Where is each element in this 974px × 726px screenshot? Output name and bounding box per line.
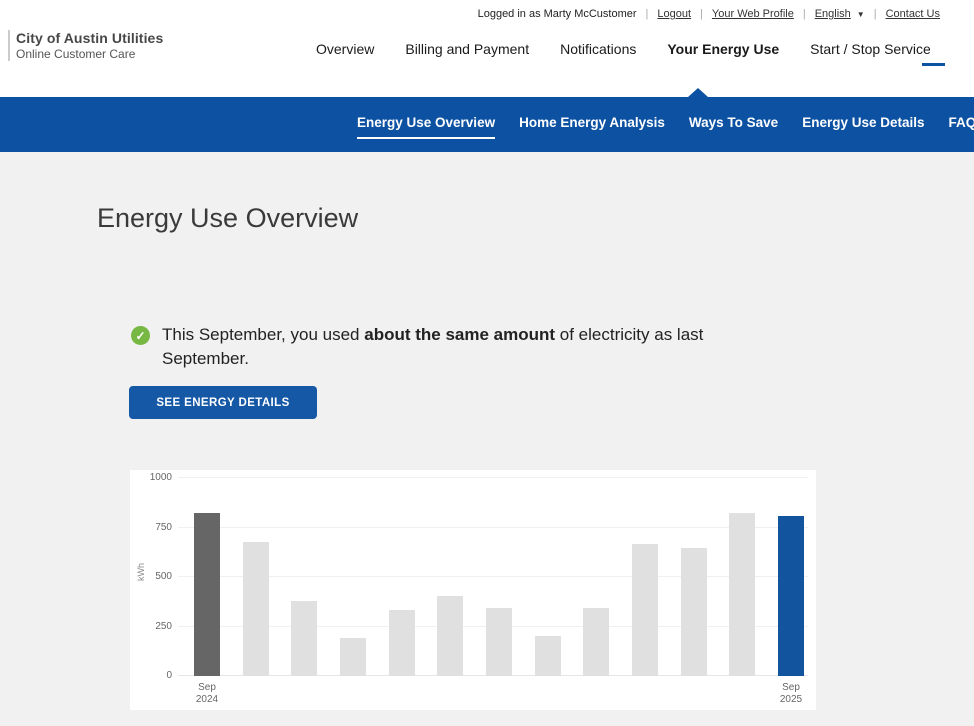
summary-bold: about the same amount bbox=[364, 325, 555, 344]
nav-item-notifications[interactable]: Notifications bbox=[560, 41, 636, 57]
bar-oct-2024 bbox=[243, 542, 269, 676]
chart-plot bbox=[178, 478, 808, 676]
y-tick-label: 1000 bbox=[134, 473, 172, 483]
bar-dec-2024 bbox=[340, 638, 366, 676]
gridline bbox=[178, 576, 808, 577]
bar-sep-2024 bbox=[194, 513, 220, 676]
brand-title: City of Austin Utilities bbox=[16, 30, 163, 46]
hamburger-menu-icon[interactable] bbox=[922, 49, 945, 66]
x-tick-year: 2024 bbox=[177, 694, 237, 706]
header: Logged in as Marty McCustomer | Logout |… bbox=[0, 0, 974, 97]
bar-feb-2025 bbox=[437, 596, 463, 676]
bar-jul-2025 bbox=[681, 548, 707, 676]
y-tick-label: 500 bbox=[134, 572, 172, 582]
menu-bar bbox=[922, 63, 945, 66]
brand-divider bbox=[8, 30, 10, 61]
sub-nav-items: Energy Use Overview Home Energy Analysis… bbox=[357, 97, 974, 152]
brand-logo: City of Austin Utilities Online Customer… bbox=[8, 30, 163, 61]
x-tick-last: Sep 2025 bbox=[761, 682, 821, 706]
brand-subtitle: Online Customer Care bbox=[16, 47, 163, 61]
subnav-item-energy-use-details[interactable]: Energy Use Details bbox=[802, 111, 924, 139]
main-nav: Overview Billing and Payment Notificatio… bbox=[316, 0, 931, 97]
bar-jun-2025 bbox=[632, 544, 658, 676]
nav-item-start-stop-service[interactable]: Start / Stop Service bbox=[810, 41, 931, 57]
x-tick-month: Sep bbox=[177, 682, 237, 694]
energy-sub-nav: Energy Use Overview Home Energy Analysis… bbox=[0, 97, 974, 152]
bar-aug-2025 bbox=[729, 513, 755, 676]
nav-item-billing-and-payment[interactable]: Billing and Payment bbox=[405, 41, 529, 57]
subnav-item-faqs[interactable]: FAQs bbox=[949, 111, 974, 139]
x-tick-month: Sep bbox=[761, 682, 821, 694]
bar-jan-2025 bbox=[389, 610, 415, 676]
check-circle-icon: ✓ bbox=[131, 326, 150, 345]
subnav-item-ways-to-save[interactable]: Ways To Save bbox=[689, 111, 778, 139]
bar-sep-2025 bbox=[778, 516, 804, 676]
active-nav-pointer bbox=[688, 88, 708, 97]
nav-item-your-energy-use[interactable]: Your Energy Use bbox=[667, 41, 779, 57]
y-tick-label: 250 bbox=[134, 622, 172, 632]
see-energy-details-button[interactable]: SEE ENERGY DETAILS bbox=[129, 386, 317, 419]
usage-summary-text: This September, you used about the same … bbox=[162, 323, 777, 371]
usage-summary-message: ✓ This September, you used about the sam… bbox=[131, 323, 779, 371]
energy-use-chart: kWh 02505007501000 Sep 2024 Sep 2025 bbox=[130, 470, 816, 710]
y-tick-label: 0 bbox=[134, 671, 172, 681]
x-tick-year: 2025 bbox=[761, 694, 821, 706]
bar-nov-2024 bbox=[291, 601, 317, 676]
subnav-item-home-energy-analysis[interactable]: Home Energy Analysis bbox=[519, 111, 665, 139]
gridline bbox=[178, 527, 808, 528]
x-tick-first: Sep 2024 bbox=[177, 682, 237, 706]
nav-item-overview[interactable]: Overview bbox=[316, 41, 374, 57]
gridline bbox=[178, 477, 808, 478]
summary-prefix: This September, you used bbox=[162, 325, 364, 344]
page-title: Energy Use Overview bbox=[97, 203, 358, 234]
y-tick-label: 750 bbox=[134, 523, 172, 533]
bar-apr-2025 bbox=[535, 636, 561, 676]
bar-may-2025 bbox=[583, 608, 609, 676]
subnav-item-energy-use-overview[interactable]: Energy Use Overview bbox=[357, 111, 495, 139]
bar-mar-2025 bbox=[486, 608, 512, 676]
